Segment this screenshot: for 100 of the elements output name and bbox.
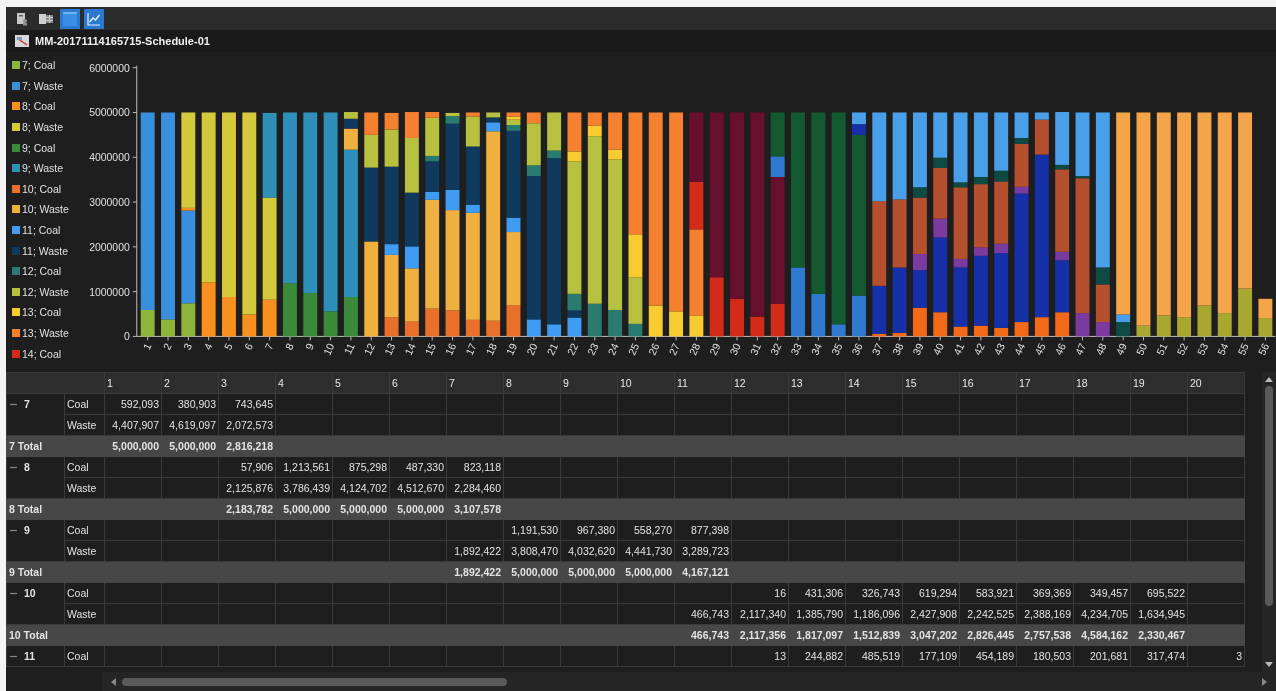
column-header[interactable]: 18	[1073, 372, 1131, 394]
axis-label: 43	[991, 341, 1007, 357]
column-header[interactable]: 14	[845, 372, 903, 394]
axis-label: 22	[565, 341, 580, 357]
axis-label: 51	[1154, 341, 1170, 357]
legend-label: 9; Waste	[22, 162, 64, 175]
axis-label: 41	[951, 341, 966, 357]
axis-label: 31	[747, 341, 763, 357]
column-header[interactable]: 5	[332, 372, 390, 394]
row-label: Coal	[64, 582, 105, 604]
table-cell: 2,072,573	[218, 414, 276, 436]
column-header[interactable]: 16	[959, 372, 1017, 394]
axis-label: 50	[1134, 341, 1149, 357]
table-cell: 13	[731, 645, 789, 667]
table-cell: 177,109	[902, 645, 960, 667]
axis-label: 16	[443, 341, 458, 357]
axis-label: 42	[971, 341, 987, 357]
table-cell: 369,369	[1016, 582, 1074, 604]
column-header[interactable]: 7	[446, 372, 504, 394]
column-header[interactable]: 17	[1016, 372, 1074, 394]
table-cell: 431,306	[788, 582, 846, 604]
legend-label: 11; Coal	[22, 224, 61, 237]
table-cell: 57,906	[218, 456, 276, 478]
table-cell: 1,892,422	[446, 540, 504, 562]
axis-label: 45	[1032, 341, 1048, 357]
column-header[interactable]: 11	[674, 372, 732, 394]
axis-label: 56	[1255, 341, 1271, 357]
column-header[interactable]: 4	[275, 372, 333, 394]
legend-label: 11; Waste	[22, 244, 69, 257]
table-cell: 2,242,525	[959, 603, 1017, 625]
axis-label: 55	[1235, 341, 1251, 357]
axis-label: 7	[262, 341, 276, 352]
axis-label: 46	[1052, 341, 1068, 357]
table-cell: 487,330	[389, 456, 447, 478]
row-label: Waste	[64, 540, 105, 562]
table-cell: 3,808,470	[503, 540, 561, 562]
column-header[interactable]: 20	[1187, 372, 1245, 394]
table-cell: 619,294	[902, 582, 960, 604]
legend-label: 10; Coal	[22, 182, 62, 195]
column-header[interactable]: 15	[902, 372, 960, 394]
table-cell: 380,903	[161, 393, 219, 415]
table-cell: 583,921	[959, 582, 1017, 604]
table-cell: 875,298	[332, 456, 390, 478]
column-header[interactable]: 12	[731, 372, 789, 394]
table-cell: 180,503	[1016, 645, 1074, 667]
table-cell: 558,270	[617, 519, 675, 541]
table-cell: 201,681	[1073, 645, 1131, 667]
legend-label: 13; Waste	[22, 327, 69, 339]
axis-label: 27	[666, 341, 682, 357]
axis-label: 24	[605, 341, 621, 357]
table-cell: 2,427,908	[902, 603, 960, 625]
axis-label: 20	[524, 341, 540, 357]
axis-label: 40	[930, 341, 946, 357]
axis-label: 28	[686, 341, 702, 357]
table-cell: 326,743	[845, 582, 903, 604]
axis-label: 33	[788, 341, 804, 357]
row-label: Waste	[64, 477, 105, 499]
axis-label: 12	[361, 341, 377, 357]
column-header[interactable]: 2	[161, 372, 219, 394]
column-header[interactable]: 10	[617, 372, 675, 394]
table-cell: 4,032,620	[560, 540, 618, 562]
table-cell: 2,388,169	[1016, 603, 1074, 625]
legend-label: 8; Coal	[22, 100, 56, 113]
table-cell: 1,191,530	[503, 519, 561, 541]
axis-label: 53	[1195, 341, 1210, 357]
axis-label: 4000000	[88, 152, 130, 164]
axis-label: 19	[504, 341, 519, 357]
column-header[interactable]: 6	[389, 372, 447, 394]
axis-label: 5	[222, 341, 235, 352]
table-cell: 466,743	[674, 603, 732, 625]
table-cell: 317,474	[1130, 645, 1188, 667]
axis-label: 1	[140, 341, 154, 352]
axis-label: 13	[382, 341, 397, 357]
row-label: Coal	[64, 456, 105, 478]
group-label: 9	[24, 524, 30, 536]
axis-label: 38	[890, 341, 906, 357]
axis-label: 44	[1012, 341, 1027, 357]
table-cell: 967,380	[560, 519, 618, 541]
column-header[interactable]: 3	[218, 372, 276, 394]
axis-label: 25	[626, 341, 641, 357]
axis-label: 5000000	[88, 107, 130, 119]
axis-label: 35	[829, 341, 845, 357]
axis-label: 49	[1113, 341, 1129, 357]
table-cell: 1,634,945	[1130, 603, 1188, 625]
legend-label: 7; Waste	[22, 79, 64, 92]
legend-label: 12; Waste	[22, 285, 69, 298]
axis-label: 37	[869, 341, 885, 357]
table-cell: 4,441,730	[617, 540, 675, 562]
column-header[interactable]: 1	[104, 372, 162, 394]
table-cell: 2,284,460	[446, 477, 504, 499]
legend-label: 9; Coal	[22, 141, 56, 154]
table-cell: 695,522	[1130, 582, 1188, 604]
column-header[interactable]: 8	[503, 372, 561, 394]
column-header[interactable]: 13	[788, 372, 846, 394]
column-header[interactable]: 9	[560, 372, 618, 394]
group-label: 7	[24, 398, 30, 410]
table-cell: 485,519	[845, 645, 903, 667]
table-cell: 4,124,702	[332, 477, 390, 499]
column-header[interactable]: 19	[1130, 372, 1188, 394]
group-label: 8	[24, 461, 30, 473]
